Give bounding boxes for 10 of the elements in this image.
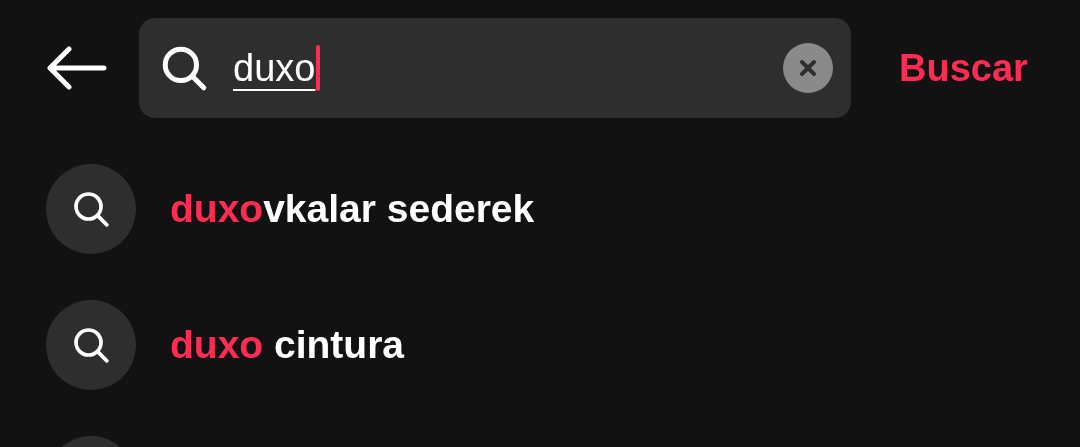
close-icon bbox=[798, 58, 818, 78]
search-query: duxo bbox=[233, 45, 321, 91]
suggestion-item[interactable]: duxovkalar sederek bbox=[170, 187, 535, 231]
search-field[interactable]: duxo bbox=[139, 18, 851, 118]
back-button[interactable] bbox=[47, 46, 107, 90]
search-button[interactable]: Buscar bbox=[899, 46, 1028, 90]
suggestion-item[interactable]: duxo cintura bbox=[170, 323, 405, 367]
search-icon bbox=[71, 189, 111, 229]
clear-button[interactable] bbox=[783, 43, 833, 93]
search-icon bbox=[71, 325, 111, 365]
